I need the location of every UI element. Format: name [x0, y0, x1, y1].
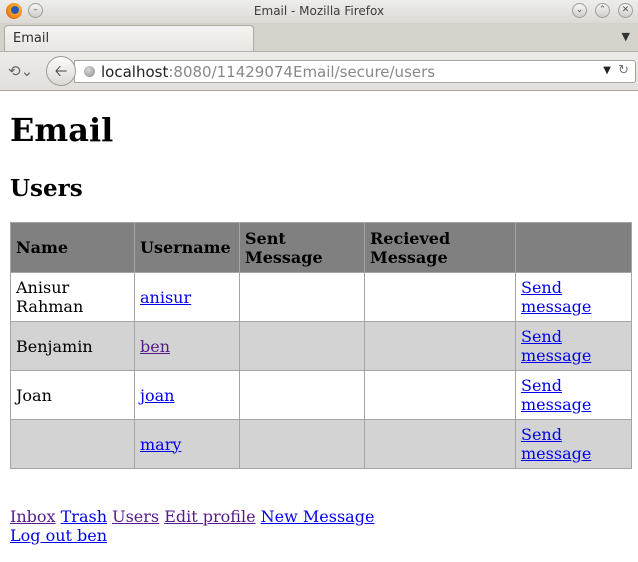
window-titlebar: – Email - Mozilla Firefox ⌄ ⌃ ✕	[0, 0, 638, 24]
tab-email[interactable]: Email	[4, 25, 254, 51]
username-link[interactable]: mary	[140, 435, 181, 454]
cell-name	[10, 419, 135, 469]
cell-username: anisur	[134, 272, 240, 322]
footer-logout-row: Log out ben	[10, 526, 374, 545]
send-message-link[interactable]: Send message	[521, 425, 591, 463]
url-text[interactable]: localhost:8080/11429074Email/secure/user…	[101, 63, 435, 81]
window-title: Email - Mozilla Firefox	[253, 4, 385, 18]
cell-name: Joan	[10, 370, 135, 420]
cell-action: Send message	[515, 272, 632, 322]
users-link[interactable]: Users	[112, 507, 159, 526]
inbox-link[interactable]: Inbox	[10, 507, 56, 526]
page-title: Email	[10, 111, 114, 149]
send-message-link[interactable]: Send message	[521, 376, 591, 414]
cell-sent	[239, 272, 365, 322]
cell-name: Anisur Rahman	[10, 272, 135, 322]
table-row: Benjamin ben Send message	[10, 321, 632, 371]
close-button[interactable]: ✕	[618, 3, 633, 18]
navigation-toolbar: ⟲⌄ localhost:8080/11429074Email/secure/u…	[0, 52, 638, 91]
globe-icon	[84, 66, 95, 77]
table-row: mary Send message	[10, 419, 632, 469]
reload-icon[interactable]: ↻	[618, 63, 629, 78]
cell-received	[364, 419, 516, 469]
cell-name: Benjamin	[10, 321, 135, 371]
cell-username: ben	[134, 321, 240, 371]
tab-list-dropdown-icon[interactable]: ▼	[622, 30, 630, 43]
table-row: Joan joan Send message	[10, 370, 632, 420]
cell-received	[364, 321, 516, 371]
maximize-button[interactable]: ⌃	[595, 3, 610, 18]
send-message-link[interactable]: Send message	[521, 327, 591, 365]
tab-label: Email	[13, 31, 50, 46]
column-header-action	[515, 222, 632, 273]
cell-sent	[239, 370, 365, 420]
column-header-received: Recieved Message	[364, 222, 516, 273]
username-link[interactable]: joan	[140, 386, 174, 405]
back-arrow-icon: 🡠	[54, 61, 68, 80]
back-button[interactable]: 🡠	[46, 56, 76, 86]
username-link[interactable]: anisur	[140, 288, 191, 307]
cell-received	[364, 370, 516, 420]
url-bar[interactable]: localhost:8080/11429074Email/secure/user…	[74, 60, 636, 83]
edit-profile-link[interactable]: Edit profile	[164, 507, 255, 526]
history-icon[interactable]: ⟲⌄	[8, 62, 33, 80]
footer-nav-row: Inbox Trash Users Edit profile New Messa…	[10, 507, 374, 526]
send-message-link[interactable]: Send message	[521, 278, 591, 316]
column-header-name: Name	[10, 222, 135, 273]
column-header-sent: Sent Message	[239, 222, 365, 273]
cell-received	[364, 272, 516, 322]
users-table: Name Username Sent Message Recieved Mess…	[10, 222, 632, 469]
new-message-link[interactable]: New Message	[261, 507, 375, 526]
cell-username: mary	[134, 419, 240, 469]
cell-action: Send message	[515, 370, 632, 420]
cell-action: Send message	[515, 321, 632, 371]
table-row: Anisur Rahman anisur Send message	[10, 272, 632, 322]
table-header-row: Name Username Sent Message Recieved Mess…	[10, 222, 632, 273]
section-title: Users	[10, 175, 83, 202]
cell-sent	[239, 321, 365, 371]
url-path: :8080/11429074Email/secure/users	[168, 63, 436, 81]
cell-action: Send message	[515, 419, 632, 469]
trash-link[interactable]: Trash	[61, 507, 107, 526]
logout-link[interactable]: Log out ben	[10, 526, 107, 545]
cell-sent	[239, 419, 365, 469]
cell-username: joan	[134, 370, 240, 420]
url-host: localhost	[101, 63, 169, 81]
minimize-button[interactable]: ⌄	[572, 3, 587, 18]
column-header-username: Username	[134, 222, 240, 273]
username-link[interactable]: ben	[140, 337, 170, 356]
page-content: Email Users Name Username Sent Message R…	[0, 91, 638, 562]
footer-nav: Inbox Trash Users Edit profile New Messa…	[10, 507, 374, 545]
url-dropdown-icon[interactable]: ▼	[603, 65, 611, 76]
tab-strip: Email ▼	[0, 23, 638, 52]
